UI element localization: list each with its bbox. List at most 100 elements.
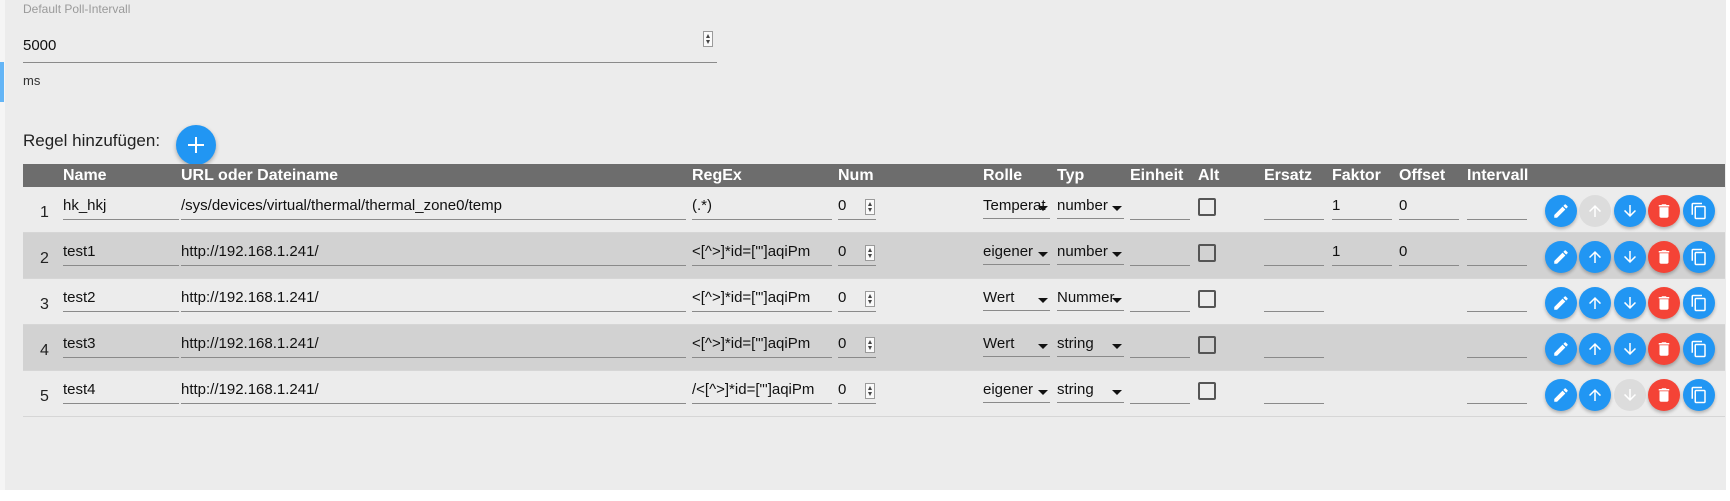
url-input[interactable]: http://192.168.1.241/ bbox=[181, 335, 686, 358]
num-spinner[interactable] bbox=[865, 337, 875, 353]
copy-button[interactable] bbox=[1683, 287, 1715, 319]
name-input[interactable]: test1 bbox=[63, 243, 179, 266]
edit-button[interactable] bbox=[1545, 195, 1577, 227]
poll-interval-input[interactable] bbox=[23, 28, 717, 63]
ersatz-input[interactable] bbox=[1264, 243, 1324, 266]
alt-checkbox[interactable] bbox=[1198, 244, 1216, 262]
add-rule-button[interactable] bbox=[176, 125, 216, 165]
regex-input[interactable]: <[^>]*id=["']aqiPm bbox=[692, 335, 832, 358]
move-down-button[interactable] bbox=[1614, 287, 1646, 319]
header-num: Num bbox=[838, 167, 874, 184]
poll-interval-spinner[interactable] bbox=[703, 31, 713, 47]
rolle-select[interactable]: Wert bbox=[983, 289, 1050, 311]
einheit-input[interactable] bbox=[1130, 243, 1190, 266]
copy-button[interactable] bbox=[1683, 379, 1715, 411]
num-spinner[interactable] bbox=[865, 291, 875, 307]
move-down-button[interactable] bbox=[1614, 333, 1646, 365]
name-input[interactable]: test3 bbox=[63, 335, 179, 358]
intervall-input[interactable] bbox=[1467, 197, 1527, 220]
einheit-input[interactable] bbox=[1130, 381, 1190, 404]
typ-select[interactable]: string bbox=[1057, 381, 1124, 403]
ersatz-input[interactable] bbox=[1264, 335, 1324, 358]
url-input[interactable]: /sys/devices/virtual/thermal/thermal_zon… bbox=[181, 197, 686, 220]
table-row: 1 hk_hkj/sys/devices/virtual/thermal/ther… bbox=[23, 187, 1725, 233]
url-input[interactable]: http://192.168.1.241/ bbox=[181, 243, 686, 266]
name-input[interactable]: test2 bbox=[63, 289, 179, 312]
regex-input[interactable]: (.*) bbox=[692, 197, 832, 220]
move-up-button[interactable] bbox=[1579, 379, 1611, 411]
table-row: 3 test2 http://192.168.1.241/ <[^>]*id=["']… bbox=[23, 279, 1725, 325]
einheit-input[interactable] bbox=[1130, 289, 1190, 312]
table-body: 1 hk_hkj/sys/devices/virtual/thermal/ther… bbox=[23, 187, 1725, 417]
url-input[interactable]: http://192.168.1.241/ bbox=[181, 289, 686, 312]
faktor-input[interactable]: 1 bbox=[1332, 197, 1392, 220]
intervall-input[interactable] bbox=[1467, 289, 1527, 312]
move-up-button[interactable] bbox=[1579, 287, 1611, 319]
name-input[interactable]: hk_hkj bbox=[63, 197, 179, 220]
focus-accent-bar bbox=[0, 62, 4, 102]
regex-input[interactable]: /<[^>]*id=["']aqiPm bbox=[692, 381, 832, 404]
rolle-select[interactable]: Wert bbox=[983, 335, 1050, 357]
header-regex: RegEx bbox=[692, 167, 742, 184]
header-ersatz: Ersatz bbox=[1264, 167, 1313, 184]
typ-select[interactable]: Nummer bbox=[1057, 289, 1124, 311]
alt-checkbox[interactable] bbox=[1198, 290, 1216, 308]
alt-checkbox[interactable] bbox=[1198, 382, 1216, 400]
offset-input[interactable]: 0 bbox=[1399, 197, 1459, 220]
add-rule-label: Regel hinzufügen: bbox=[23, 131, 161, 150]
einheit-input[interactable] bbox=[1130, 335, 1190, 358]
num-spinner[interactable] bbox=[865, 199, 875, 215]
header-faktor: Faktor bbox=[1332, 167, 1381, 184]
header-einheit: Einheit bbox=[1130, 167, 1184, 184]
edit-button[interactable] bbox=[1545, 241, 1577, 273]
edit-button[interactable] bbox=[1545, 287, 1577, 319]
move-up-button[interactable] bbox=[1579, 241, 1611, 273]
row-number: 4 bbox=[40, 342, 49, 359]
edit-button[interactable] bbox=[1545, 333, 1577, 365]
einheit-input[interactable] bbox=[1130, 197, 1190, 220]
ersatz-input[interactable] bbox=[1264, 197, 1324, 220]
delete-button[interactable] bbox=[1648, 333, 1680, 365]
name-input[interactable]: test4 bbox=[63, 381, 179, 404]
num-spinner[interactable] bbox=[865, 245, 875, 261]
delete-button[interactable] bbox=[1648, 195, 1680, 227]
delete-button[interactable] bbox=[1648, 379, 1680, 411]
move-up-button[interactable] bbox=[1579, 333, 1611, 365]
url-input[interactable]: http://192.168.1.241/ bbox=[181, 381, 686, 404]
copy-button[interactable] bbox=[1683, 195, 1715, 227]
table-row: 2 test1 http://192.168.1.241/ <[^>]*id=["']… bbox=[23, 233, 1725, 279]
delete-button[interactable] bbox=[1648, 241, 1680, 273]
typ-select[interactable]: number bbox=[1057, 243, 1124, 265]
num-spinner[interactable] bbox=[865, 383, 875, 399]
move-down-button bbox=[1614, 379, 1646, 411]
ersatz-input[interactable] bbox=[1264, 289, 1324, 312]
header-rolle: Rolle bbox=[983, 167, 1023, 184]
move-down-button[interactable] bbox=[1614, 195, 1646, 227]
alt-checkbox[interactable] bbox=[1198, 198, 1216, 216]
bottom-strip bbox=[0, 490, 1730, 501]
row-number: 3 bbox=[40, 296, 49, 313]
alt-checkbox[interactable] bbox=[1198, 336, 1216, 354]
typ-select[interactable]: string bbox=[1057, 335, 1124, 357]
row-number: 2 bbox=[40, 250, 49, 267]
ersatz-input[interactable] bbox=[1264, 381, 1324, 404]
typ-select[interactable]: number bbox=[1057, 197, 1124, 219]
intervall-input[interactable] bbox=[1467, 335, 1527, 358]
regex-input[interactable]: <[^>]*id=["']aqiPm bbox=[692, 289, 832, 312]
offset-input[interactable]: 0 bbox=[1399, 243, 1459, 266]
delete-button[interactable] bbox=[1648, 287, 1680, 319]
move-down-button[interactable] bbox=[1614, 241, 1646, 273]
intervall-input[interactable] bbox=[1467, 381, 1527, 404]
edit-button[interactable] bbox=[1545, 379, 1577, 411]
table-row: 4 test3 http://192.168.1.241/ <[^>]*id=["']… bbox=[23, 325, 1725, 371]
row-number: 1 bbox=[40, 204, 49, 221]
regex-input[interactable]: <[^>]*id=["']aqiPm bbox=[692, 243, 832, 266]
rolle-select[interactable]: eigener bbox=[983, 243, 1050, 265]
rules-table: Name URL oder Dateiname RegEx Num Rolle … bbox=[23, 164, 1725, 417]
faktor-input[interactable]: 1 bbox=[1332, 243, 1392, 266]
copy-button[interactable] bbox=[1683, 333, 1715, 365]
rolle-select[interactable]: eigener bbox=[983, 381, 1050, 403]
rolle-select[interactable]: Temperat bbox=[983, 197, 1050, 219]
copy-button[interactable] bbox=[1683, 241, 1715, 273]
intervall-input[interactable] bbox=[1467, 243, 1527, 266]
